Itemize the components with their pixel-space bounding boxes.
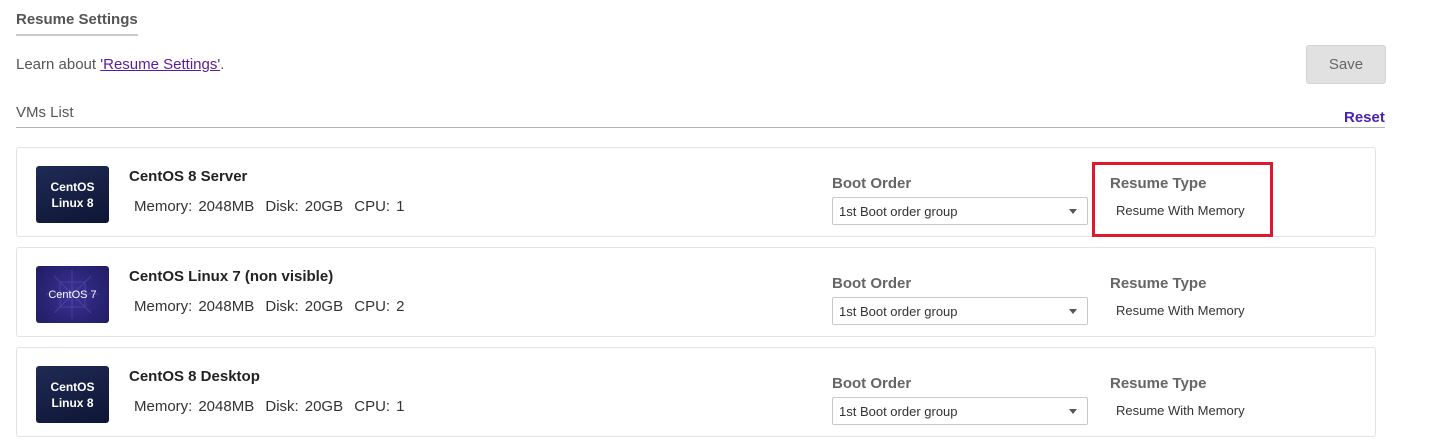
reset-button[interactable]: Reset [1344, 109, 1385, 126]
chevron-down-icon [1069, 409, 1077, 414]
boot-order-select[interactable]: 1st Boot order group [832, 197, 1088, 225]
cpu-value: 1 [396, 198, 405, 215]
vm-card: CentOS 7 CentOS Linux 7 (non visible) Me… [16, 247, 1376, 337]
logo-text-line2: Linux 8 [51, 195, 94, 210]
memory-label: Memory: [134, 398, 193, 415]
resume-type-value: Resume With Memory [1116, 303, 1245, 318]
chevron-down-icon [1069, 209, 1077, 214]
memory-label: Memory: [134, 198, 193, 215]
learn-prefix: Learn about [16, 56, 101, 73]
boot-order-value: 1st Boot order group [839, 403, 958, 419]
resume-type-value: Resume With Memory [1116, 203, 1245, 218]
vm-name: CentOS Linux 7 (non visible) [129, 268, 334, 285]
cpu-label: CPU: [354, 198, 391, 215]
boot-order-value: 1st Boot order group [839, 203, 958, 219]
resume-type-label: Resume Type [1110, 175, 1207, 192]
resume-type-value: Resume With Memory [1116, 403, 1245, 418]
centos-logo: CentOS Linux 8 [36, 366, 109, 423]
boot-order-select[interactable]: 1st Boot order group [832, 397, 1088, 425]
save-button[interactable]: Save [1306, 45, 1386, 84]
logo-text-line2: Linux 8 [51, 395, 94, 410]
resume-type-label: Resume Type [1110, 375, 1207, 392]
vm-name: CentOS 8 Server [129, 168, 248, 185]
cpu-value: 2 [396, 298, 405, 315]
learn-suffix: . [220, 56, 225, 73]
boot-order-value: 1st Boot order group [839, 303, 958, 319]
disk-label: Disk: [265, 198, 299, 215]
memory-label: Memory: [134, 298, 193, 315]
vm-card: CentOS Linux 8 CentOS 8 Desktop Memory: 2… [16, 347, 1376, 437]
divider [16, 127, 1385, 128]
vms-list-label: VMs List [16, 104, 74, 121]
boot-order-label: Boot Order [832, 275, 912, 292]
vm-specs: Memory: 2048MB Disk: 20GB CPU: 2 [134, 298, 410, 315]
centos-logo: CentOS Linux 8 [36, 166, 109, 223]
learn-about-text: Learn about 'Resume Settings'. [16, 56, 224, 73]
boot-order-label: Boot Order [832, 375, 912, 392]
cpu-value: 1 [396, 398, 405, 415]
memory-value: 2048MB [198, 198, 255, 215]
vm-specs: Memory: 2048MB Disk: 20GB CPU: 1 [134, 198, 410, 215]
chevron-down-icon [1069, 309, 1077, 314]
memory-value: 2048MB [198, 398, 255, 415]
disk-label: Disk: [265, 298, 299, 315]
disk-value: 20GB [304, 298, 344, 315]
section-title: Resume Settings [16, 11, 138, 36]
vm-name: CentOS 8 Desktop [129, 368, 260, 385]
logo-text-line1: CentOS [50, 379, 95, 394]
memory-value: 2048MB [198, 298, 255, 315]
logo-text-line1: CentOS [50, 179, 95, 194]
logo-text-line1: CentOS 7 [48, 288, 97, 301]
centos-logo: CentOS 7 [36, 266, 109, 323]
vm-card: CentOS Linux 8 CentOS 8 Server Memory: 20… [16, 147, 1376, 237]
boot-order-select[interactable]: 1st Boot order group [832, 297, 1088, 325]
resume-type-label: Resume Type [1110, 275, 1207, 292]
disk-label: Disk: [265, 398, 299, 415]
disk-value: 20GB [304, 398, 344, 415]
resume-settings-page: Resume Settings Learn about 'Resume Sett… [0, 0, 1436, 443]
cpu-label: CPU: [354, 398, 391, 415]
boot-order-label: Boot Order [832, 175, 912, 192]
cpu-label: CPU: [354, 298, 391, 315]
vm-specs: Memory: 2048MB Disk: 20GB CPU: 1 [134, 398, 410, 415]
disk-value: 20GB [304, 198, 344, 215]
resume-settings-link[interactable]: 'Resume Settings' [100, 56, 220, 73]
